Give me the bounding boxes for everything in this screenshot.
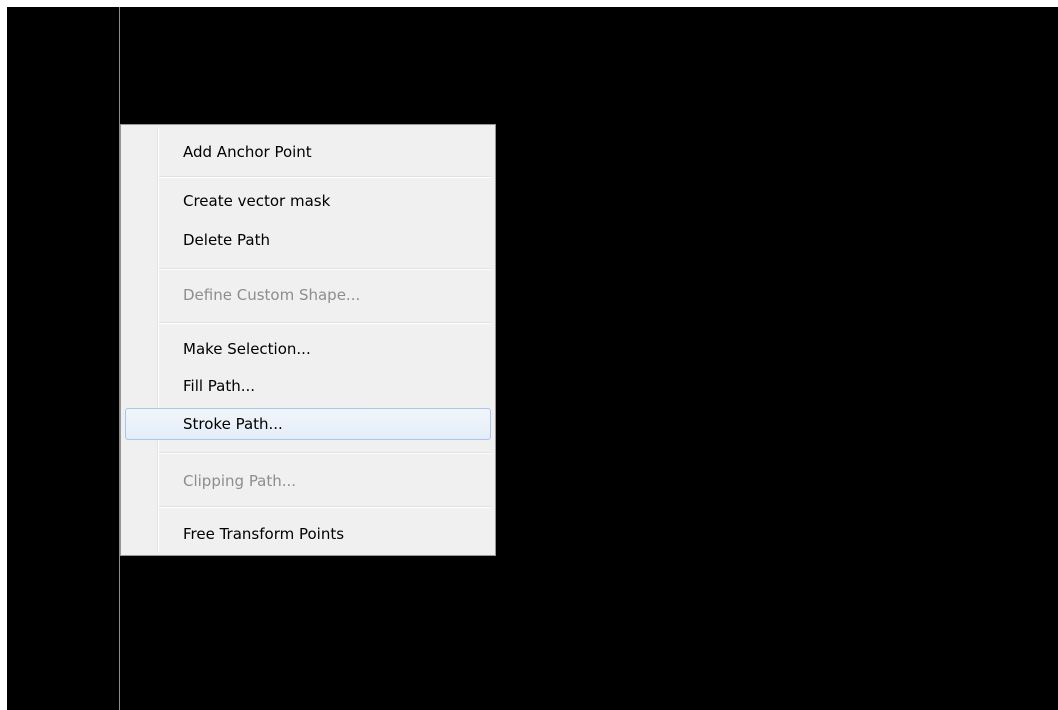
menu-separator <box>159 452 491 454</box>
menu-separator <box>159 506 491 508</box>
menu-item-stroke-path[interactable]: Stroke Path... <box>125 408 491 440</box>
menu-item-add-anchor-point[interactable]: Add Anchor Point <box>125 136 491 168</box>
menu-item-clipping-path: Clipping Path... <box>183 472 297 490</box>
menu-item-make-selection[interactable]: Make Selection... <box>125 333 491 365</box>
menu-separator <box>159 176 491 178</box>
menu-item-create-vector-mask[interactable]: Create vector mask <box>125 185 491 217</box>
menu-separator <box>159 268 491 270</box>
menu-separator <box>159 322 491 324</box>
menu-item-delete-path[interactable]: Delete Path <box>125 224 491 256</box>
path-context-menu: Add Anchor Point Create vector mask Dele… <box>120 124 496 556</box>
menu-item-define-custom-shape: Define Custom Shape... <box>183 286 361 304</box>
menu-item-fill-path[interactable]: Fill Path... <box>125 370 491 402</box>
menu-item-free-transform-points[interactable]: Free Transform Points <box>125 518 491 550</box>
